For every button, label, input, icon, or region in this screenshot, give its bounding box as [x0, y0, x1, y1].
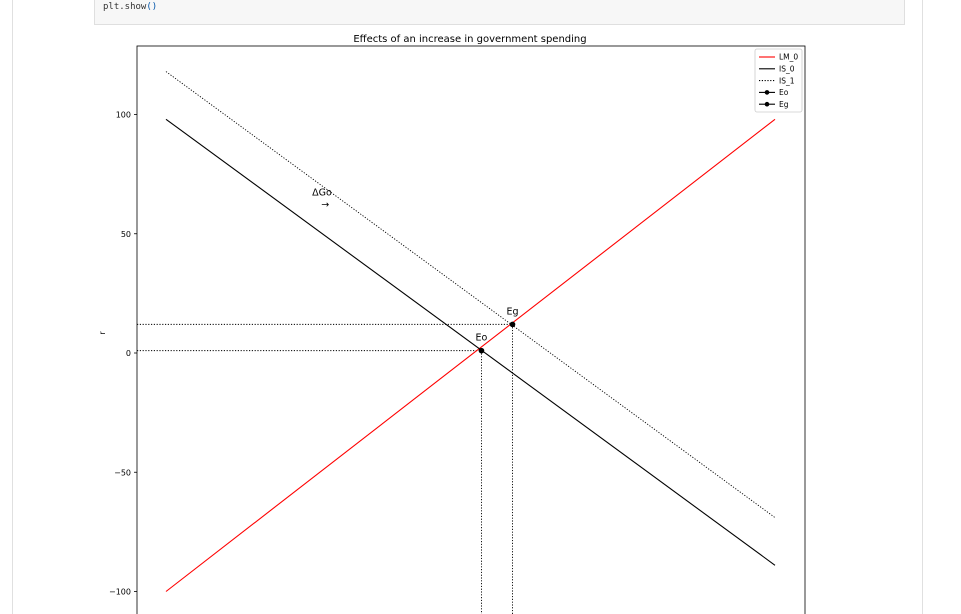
point-label-eg: Eg	[507, 306, 519, 317]
series-layer	[165, 71, 776, 592]
legend-marker	[764, 101, 770, 107]
series-line-is_1	[165, 71, 776, 518]
y-tick-label: −100	[109, 588, 131, 597]
annotations-layer: ΔGo→	[312, 188, 332, 211]
legend-label: IS_0	[779, 65, 795, 74]
annotation-1: →	[321, 200, 329, 211]
chart-svg: Effects of an increase in government spe…	[98, 34, 806, 614]
point-eg	[509, 321, 516, 328]
legend-label: IS_1	[779, 76, 795, 85]
y-tick-label: 0	[126, 349, 131, 358]
legend: LM_0 IS_0 IS_1 Eo Eg	[754, 48, 803, 113]
point-eo	[478, 347, 485, 354]
plot-frame	[136, 45, 806, 614]
y-tick-label: −50	[114, 468, 131, 477]
series-line-lm_0	[165, 118, 776, 592]
series-line-is_0	[165, 118, 776, 566]
legend-label: Eo	[779, 88, 789, 97]
y-tick-label: 50	[121, 230, 131, 239]
legend-label: LM_0	[779, 53, 798, 62]
legend-label: Eg	[779, 100, 789, 109]
y-tick-label: 100	[116, 111, 131, 120]
chart-title: Effects of an increase in government spe…	[353, 34, 586, 45]
legend-marker	[764, 90, 770, 95]
y-ticks: 100 50 0 −50 −100	[109, 111, 137, 597]
annotation-0: ΔGo	[312, 188, 332, 199]
point-label-eo: Eo	[475, 333, 487, 344]
y-axis-label: r	[98, 331, 107, 335]
